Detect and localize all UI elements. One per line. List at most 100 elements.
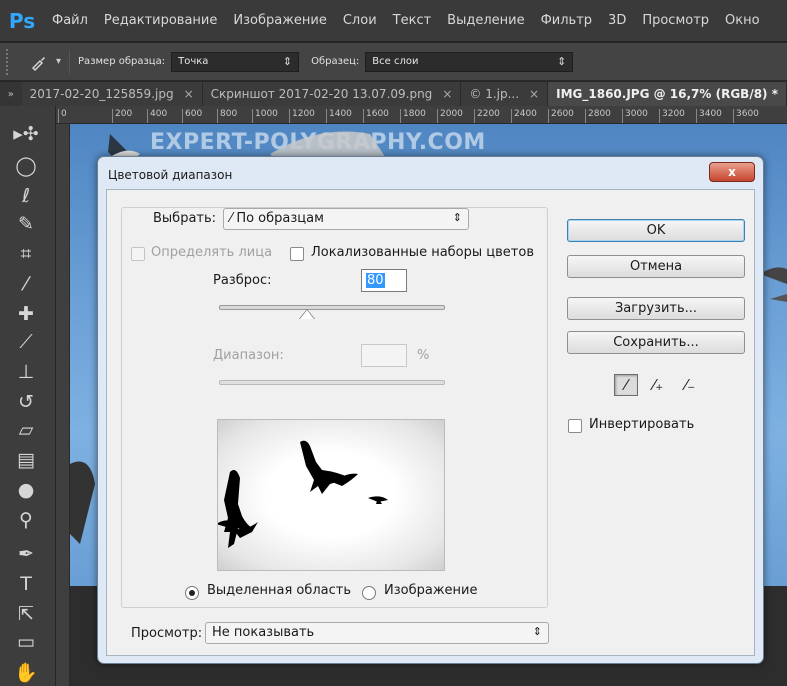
- healing-brush-tool-icon[interactable]: ✚: [4, 300, 48, 328]
- close-button[interactable]: x: [709, 162, 755, 182]
- app-logo: Ps: [8, 8, 36, 33]
- marquee-tool-icon[interactable]: ◯: [4, 152, 48, 180]
- tab-close-icon[interactable]: ×: [442, 87, 452, 101]
- clone-stamp-tool-icon[interactable]: ⊥: [4, 358, 48, 386]
- dialog-title: Цветовой диапазон: [108, 168, 233, 182]
- ruler-tick: 1200: [289, 109, 315, 123]
- menu-type[interactable]: Текст: [385, 13, 440, 28]
- eyedropper-tool-preset-icon[interactable]: [24, 49, 54, 75]
- eraser-tool-icon[interactable]: ▱: [4, 416, 48, 444]
- selection-preview-image: [217, 419, 445, 571]
- select-arrows-icon: ⇕: [557, 54, 567, 68]
- brush-tool-icon[interactable]: ⟋: [4, 328, 48, 356]
- select-mode-dropdown[interactable]: ⁄ По образцам ⇕: [223, 208, 469, 230]
- tab-document-active[interactable]: IMG_1860.JPG @ 16,7% (RGB/8) *: [548, 82, 787, 106]
- select-label: Выбрать:: [149, 211, 221, 226]
- tab-close-icon[interactable]: ×: [184, 87, 194, 101]
- ruler-tick: 2400: [511, 109, 537, 123]
- ok-button[interactable]: OK: [567, 219, 745, 242]
- document-tabs: » 2017-02-20_125859.jpg × Скриншот 2017-…: [0, 82, 787, 106]
- horizontal-ruler[interactable]: 0 200 400 600 800 1000 1200 1400 1600 18…: [56, 106, 787, 124]
- sample-size-label: Размер образца:: [78, 56, 166, 67]
- sample-layers-value: Все слои: [372, 55, 419, 67]
- ruler-tick: 1600: [363, 109, 389, 123]
- ruler-tick: 3200: [659, 109, 685, 123]
- chevron-down-icon[interactable]: ▾: [56, 56, 61, 67]
- tab-document-3[interactable]: © 1.jp... ×: [461, 82, 549, 106]
- menu-file[interactable]: Файл: [44, 13, 96, 28]
- move-tool-icon[interactable]: ▸✣: [4, 120, 48, 148]
- dialog-body: Выбрать: ⁄ По образцам ⇕ Определять лица…: [106, 189, 755, 656]
- hand-tool-icon[interactable]: ✋: [4, 658, 48, 686]
- ruler-tick: 800: [217, 109, 237, 123]
- menu-window[interactable]: Окно: [717, 13, 768, 28]
- lasso-tool-icon[interactable]: ℓ: [4, 182, 48, 210]
- ruler-tick: 1800: [400, 109, 426, 123]
- sample-layers-select[interactable]: Все слои ⇕: [365, 51, 574, 72]
- detect-faces-label: Определять лица: [151, 245, 273, 260]
- select-mode-value: По образцам: [236, 211, 324, 226]
- tab-document-1[interactable]: 2017-02-20_125859.jpg ×: [21, 82, 203, 106]
- ruler-tick: 2600: [548, 109, 574, 123]
- load-button[interactable]: Загрузить...: [567, 297, 745, 320]
- menu-layers[interactable]: Слои: [335, 13, 385, 28]
- options-bar-grip[interactable]: [6, 48, 14, 75]
- options-bar: ▾ Размер образца: Точка ⇕ Образец: Все с…: [0, 43, 787, 81]
- select-arrows-icon: ⇕: [532, 625, 542, 638]
- panel-collapse-icon[interactable]: »: [0, 82, 22, 106]
- ruler-tick: 200: [112, 109, 132, 123]
- eyedropper-icon[interactable]: ⁄: [614, 374, 638, 396]
- blur-tool-icon[interactable]: ●: [4, 476, 48, 504]
- selection-radio[interactable]: [185, 586, 199, 600]
- range-input[interactable]: [361, 344, 407, 367]
- tab-document-2[interactable]: Скриншот 2017-02-20 13.07.09.png ×: [202, 82, 462, 106]
- cancel-button[interactable]: Отмена: [567, 255, 745, 278]
- type-tool-icon[interactable]: T: [4, 570, 48, 598]
- tab-label: 2017-02-20_125859.jpg: [29, 87, 174, 101]
- close-icon: x: [728, 165, 736, 179]
- menu-image[interactable]: Изображение: [225, 13, 334, 28]
- tab-label: © 1.jp...: [469, 87, 520, 101]
- ruler-tick: 2800: [585, 109, 611, 123]
- eyedropper-icon: ⁄: [230, 211, 233, 226]
- eyedropper-plus-icon[interactable]: ⁄₊: [646, 374, 670, 396]
- menu-edit[interactable]: Редактирование: [96, 13, 225, 28]
- crop-tool-icon[interactable]: ⌗: [4, 240, 48, 268]
- sample-size-select[interactable]: Точка ⇕: [171, 51, 300, 72]
- ruler-tick: 2200: [474, 109, 500, 123]
- menu-3d[interactable]: 3D: [600, 13, 634, 28]
- vertical-ruler[interactable]: [56, 124, 70, 686]
- eyedropper-tool-icon[interactable]: ⁄: [4, 270, 48, 298]
- ruler-tick: 3400: [696, 109, 722, 123]
- tab-close-icon[interactable]: ×: [529, 87, 539, 101]
- history-brush-tool-icon[interactable]: ↺: [4, 388, 48, 416]
- fuzziness-slider-track[interactable]: [219, 305, 445, 310]
- tools-panel: ▸✣ ◯ ℓ ✎ ⌗ ⁄ ✚ ⟋ ⊥ ↺ ▱ ▤ ● ⚲ ✒ T ⇱ ▭ ✋: [0, 106, 56, 686]
- rectangle-tool-icon[interactable]: ▭: [4, 628, 48, 656]
- detect-faces-checkbox[interactable]: [131, 247, 145, 261]
- menu-filter[interactable]: Фильтр: [533, 13, 600, 28]
- range-unit: %: [417, 348, 430, 363]
- options-separator: [69, 49, 71, 74]
- ruler-tick: 1000: [252, 109, 278, 123]
- range-slider-track[interactable]: [219, 380, 445, 385]
- save-button[interactable]: Сохранить...: [567, 331, 745, 354]
- image-radio[interactable]: [362, 586, 376, 600]
- gradient-tool-icon[interactable]: ▤: [4, 446, 48, 474]
- localized-clusters-checkbox[interactable]: [290, 247, 304, 261]
- select-arrows-icon: ⇕: [452, 211, 462, 224]
- path-selection-tool-icon[interactable]: ⇱: [4, 600, 48, 628]
- menu-view[interactable]: Просмотр: [634, 13, 717, 28]
- selection-preview-dropdown[interactable]: Не показывать ⇕: [205, 622, 549, 644]
- color-range-dialog: Цветовой диапазон x Выбрать: ⁄ По образц…: [97, 156, 764, 664]
- dodge-tool-icon[interactable]: ⚲: [4, 506, 48, 534]
- fuzziness-input[interactable]: 80: [361, 269, 407, 292]
- menu-select[interactable]: Выделение: [439, 13, 532, 28]
- ruler-tick: 400: [147, 109, 167, 123]
- eyedropper-minus-icon[interactable]: ⁄₋: [678, 374, 702, 396]
- ruler-tick: 3000: [622, 109, 648, 123]
- tab-label: Скриншот 2017-02-20 13.07.09.png: [210, 87, 433, 101]
- quick-selection-tool-icon[interactable]: ✎: [4, 210, 48, 238]
- pen-tool-icon[interactable]: ✒: [4, 540, 48, 568]
- invert-checkbox[interactable]: [568, 419, 582, 433]
